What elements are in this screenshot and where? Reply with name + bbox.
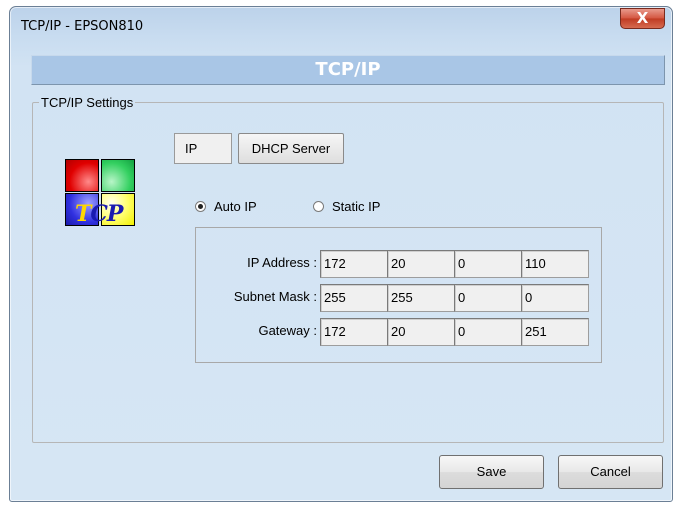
settings-group-legend: TCP/IP Settings bbox=[41, 95, 134, 110]
close-icon: X bbox=[636, 9, 649, 27]
auto-ip-label: Auto IP bbox=[214, 199, 257, 214]
close-button[interactable]: X bbox=[620, 8, 665, 29]
logo-text: TCP bbox=[75, 201, 123, 227]
gateway-label: Gateway : bbox=[258, 323, 317, 338]
ip-address-label: IP Address : bbox=[247, 255, 317, 270]
gateway-row: Gateway : 172 20 0 251 bbox=[196, 317, 601, 346]
tab-dhcp-server[interactable]: DHCP Server bbox=[238, 133, 344, 164]
gateway-octet-2[interactable]: 20 bbox=[387, 318, 455, 346]
gateway-octet-3[interactable]: 0 bbox=[454, 318, 522, 346]
tab-ip[interactable]: IP bbox=[174, 133, 232, 164]
static-ip-radio[interactable]: Static IP bbox=[313, 199, 380, 214]
ip-address-row: IP Address : 172 20 0 110 bbox=[196, 249, 601, 278]
title-bar[interactable]: TCP/IP - EPSON810 X bbox=[10, 7, 672, 41]
subnet-mask-octet-3[interactable]: 0 bbox=[454, 284, 522, 312]
static-ip-label: Static IP bbox=[332, 199, 381, 214]
radio-unchecked-icon[interactable] bbox=[313, 201, 324, 212]
auto-ip-radio[interactable]: Auto IP bbox=[195, 199, 257, 214]
window-title: TCP/IP - EPSON810 bbox=[21, 19, 144, 34]
ip-config-group: IP Address : 172 20 0 110 Subnet Mask : … bbox=[195, 227, 602, 363]
ip-address-octet-2[interactable]: 20 bbox=[387, 250, 455, 278]
ip-address-octet-3[interactable]: 0 bbox=[454, 250, 522, 278]
section-header: TCP/IP bbox=[31, 55, 665, 85]
logo-green-square bbox=[101, 159, 135, 192]
radio-checked-icon[interactable] bbox=[195, 201, 206, 212]
save-button[interactable]: Save bbox=[439, 455, 544, 489]
gateway-octet-4[interactable]: 251 bbox=[521, 318, 589, 346]
gateway-octet-1[interactable]: 172 bbox=[320, 318, 388, 346]
ip-address-octet-4[interactable]: 110 bbox=[521, 250, 589, 278]
ip-address-octet-1[interactable]: 172 bbox=[320, 250, 388, 278]
subnet-mask-octet-2[interactable]: 255 bbox=[387, 284, 455, 312]
cancel-button[interactable]: Cancel bbox=[558, 455, 663, 489]
subnet-mask-row: Subnet Mask : 255 255 0 0 bbox=[196, 283, 601, 312]
subnet-mask-label: Subnet Mask : bbox=[233, 289, 317, 304]
logo-red-square bbox=[65, 159, 99, 192]
subnet-mask-octet-1[interactable]: 255 bbox=[320, 284, 388, 312]
subnet-mask-octet-4[interactable]: 0 bbox=[521, 284, 589, 312]
tcpip-logo: TCP bbox=[65, 159, 139, 229]
